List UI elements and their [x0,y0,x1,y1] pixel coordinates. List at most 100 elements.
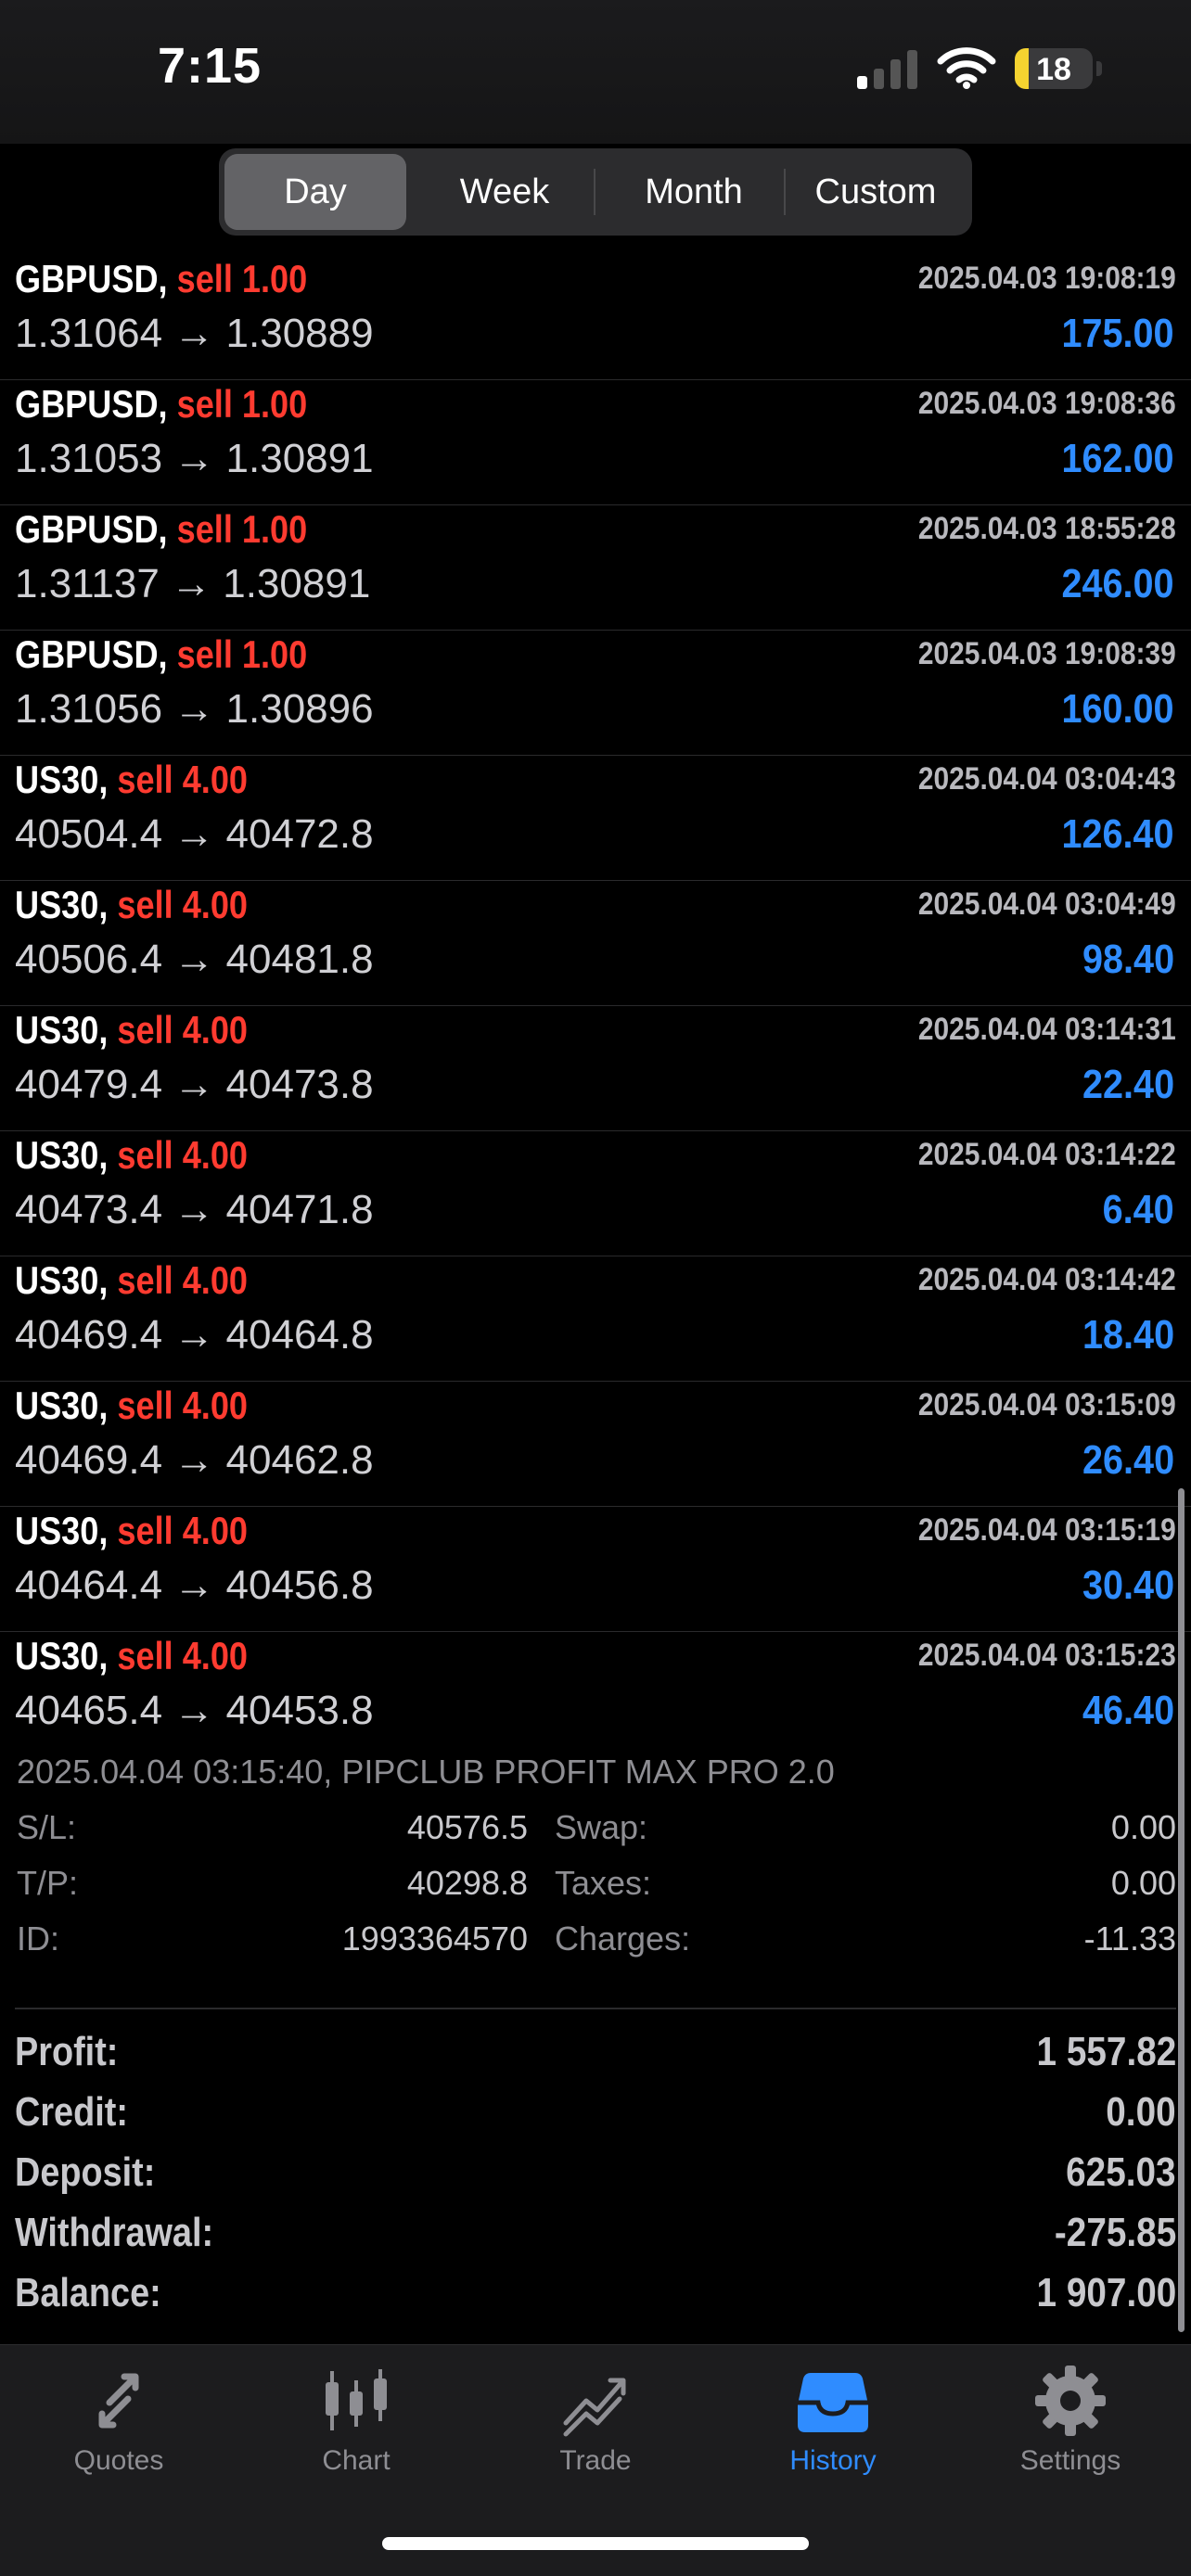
close-price: 40462.8 [225,1437,374,1483]
trade-row[interactable]: GBPUSD, sell 1.00 2025.04.03 19:08:36 1.… [0,380,1191,505]
candlestick-icon [326,2369,387,2430]
tab-label: Trade [559,2445,632,2476]
close-price: 40473.8 [225,1062,374,1107]
open-price: 1.31064 [15,311,163,356]
trade-profit: 246.00 [1061,561,1174,606]
arrow-icon: → [173,1688,215,1733]
open-price: 1.31053 [15,436,163,481]
trade-row[interactable]: US30, sell 4.00 2025.04.04 03:04:43 4050… [0,756,1191,881]
arrow-icon: → [173,686,215,732]
history-inbox-icon [798,2373,868,2432]
trade-time: 2025.04.03 19:08:36 [918,386,1176,421]
trade-row[interactable]: US30, sell 4.00 2025.04.04 03:15:19 4046… [0,1507,1191,1632]
trade-row[interactable]: US30, sell 4.00 2025.04.04 03:14:22 4047… [0,1131,1191,1256]
trade-symbol: US30, [15,883,109,926]
trade-profit: 26.40 [1082,1437,1174,1483]
tab-week[interactable]: Week [414,154,596,230]
trade-symbol: GBPUSD, [15,257,168,300]
battery-level: 18 [1036,52,1071,87]
trade-row[interactable]: GBPUSD, sell 1.00 2025.04.03 18:55:28 1.… [0,505,1191,631]
summary-row-profit: Profit: 1 557.82 [0,2021,1191,2082]
arrow-icon: → [173,1062,215,1107]
tab-month[interactable]: Month [603,154,785,230]
trade-profit: 46.40 [1082,1688,1174,1733]
close-price: 1.30889 [225,311,374,356]
trade-profit: 22.40 [1082,1062,1174,1107]
trade-row[interactable]: US30, sell 4.00 2025.04.04 03:15:09 4046… [0,1382,1191,1507]
trade-side: sell 4.00 [117,1258,249,1302]
gear-icon [1035,2366,1106,2436]
charges-label: Charges: [555,1919,691,1958]
trade-side: sell 1.00 [176,382,308,426]
tab-label: Quotes [73,2445,164,2476]
close-price: 40464.8 [225,1312,374,1358]
open-price: 1.31137 [15,561,160,606]
trade-side: sell 4.00 [117,1509,249,1552]
charges-value: -11.33 [1083,1919,1176,1958]
trade-profit: 18.40 [1082,1312,1174,1358]
trade-profit: 6.40 [1102,1187,1174,1232]
trade-row[interactable]: US30, sell 4.00 2025.04.04 03:04:49 4050… [0,881,1191,1006]
summary-row-withdrawal: Withdrawal: -275.85 [0,2202,1191,2263]
trade-profit: 30.40 [1082,1562,1174,1608]
cellular-signal-icon [857,48,918,89]
taxes-value: 0.00 [1110,1864,1176,1902]
close-price: 40471.8 [225,1187,374,1232]
swap-value: 0.00 [1110,1808,1176,1846]
trade-profit: 160.00 [1061,686,1174,732]
tp-value: 40298.8 [406,1864,528,1902]
trade-side: sell 4.00 [117,883,249,926]
summary-label: Credit: [15,2089,128,2135]
sl-label: S/L: [17,1808,77,1846]
trade-time: 2025.04.03 18:55:28 [918,511,1176,546]
summary-label: Profit: [15,2029,119,2074]
summary-divider [15,2008,1176,2009]
tab-history[interactable]: History [714,2345,952,2493]
open-price: 1.31056 [15,686,163,732]
open-price: 40464.4 [15,1562,163,1608]
arrow-icon: → [173,811,215,857]
trade-profit: 126.40 [1061,811,1174,857]
status-time: 7:15 [158,38,263,94]
tab-day[interactable]: Day [224,154,406,230]
trade-side: sell 4.00 [117,1008,249,1052]
trade-profit: 98.40 [1082,937,1174,982]
trade-row[interactable]: GBPUSD, sell 1.00 2025.04.03 19:08:39 1.… [0,631,1191,756]
battery-cap [1096,61,1102,76]
trade-time: 2025.04.04 03:15:09 [918,1387,1176,1422]
trade-row-selected[interactable]: US30, sell 4.00 2025.04.04 03:15:23 4046… [0,1632,1191,1757]
tab-settings[interactable]: Settings [952,2345,1189,2493]
close-price: 40456.8 [225,1562,374,1608]
id-label: ID: [17,1919,60,1958]
trade-row[interactable]: US30, sell 4.00 2025.04.04 03:14:42 4046… [0,1256,1191,1382]
tab-chart[interactable]: Chart [237,2345,475,2493]
arrow-icon: → [173,1437,215,1483]
tab-trade[interactable]: Trade [477,2345,714,2493]
trade-row[interactable]: GBPUSD, sell 1.00 2025.04.03 19:08:19 1.… [0,255,1191,380]
trade-symbol: US30, [15,1133,109,1177]
arrow-icon: → [173,311,215,356]
open-price: 40504.4 [15,811,163,857]
home-indicator[interactable] [382,2537,809,2550]
trade-symbol: GBPUSD, [15,507,168,551]
open-price: 40479.4 [15,1062,163,1107]
trade-symbol: GBPUSD, [15,382,168,426]
trade-row[interactable]: US30, sell 4.00 2025.04.04 03:14:31 4047… [0,1006,1191,1131]
open-price: 40469.4 [15,1312,163,1358]
arrow-icon: → [171,561,212,606]
sl-value: 40576.5 [406,1808,528,1846]
id-value: 1993364570 [341,1919,528,1958]
summary-value: -275.85 [1054,2210,1176,2255]
summary-value: 1 557.82 [1036,2029,1176,2074]
close-price: 40481.8 [225,937,374,982]
arrow-icon: → [173,1562,215,1608]
vertical-scrollbar[interactable] [1178,1488,1185,2332]
tab-quotes[interactable]: Quotes [0,2345,237,2493]
trade-time: 2025.04.04 03:14:42 [918,1262,1176,1297]
close-price: 1.30896 [225,686,374,732]
battery-icon: 18 [1015,48,1093,89]
trade-time: 2025.04.04 03:14:22 [918,1137,1176,1172]
tab-custom[interactable]: Custom [785,154,967,230]
swap-label: Swap: [555,1808,648,1846]
summary-label: Withdrawal: [15,2210,214,2255]
